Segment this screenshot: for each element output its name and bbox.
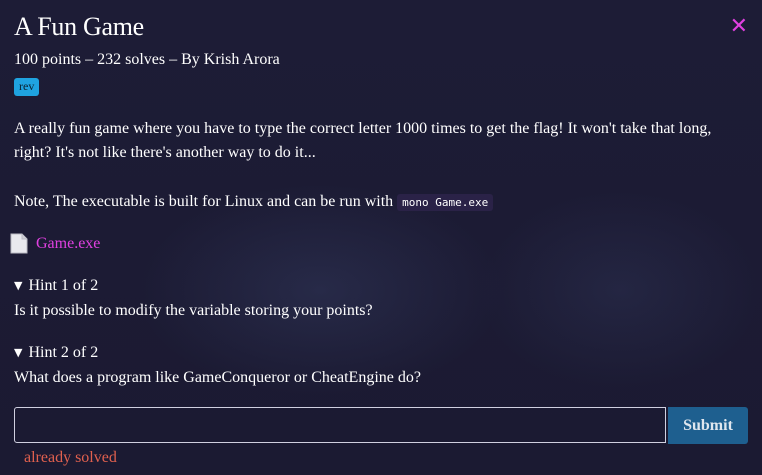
file-link[interactable]: Game.exe — [36, 235, 100, 253]
triangle-down-icon: ▼ — [14, 279, 23, 292]
challenge-meta: 100 points – 232 solves – By Krish Arora — [14, 51, 280, 68]
challenge-description: A really fun game where you have to type… — [14, 120, 712, 161]
file-icon — [10, 233, 28, 254]
challenge-modal: A Fun Game ✕ 100 points – 232 solves – B… — [10, 0, 748, 475]
challenge-note: Note, The executable is built for Linux … — [14, 193, 494, 211]
close-icon[interactable]: ✕ — [730, 14, 748, 40]
hint-2-text: What does a program like GameConqueror o… — [14, 369, 421, 386]
file-attachment[interactable]: Game.exe — [10, 233, 100, 254]
category-tag: rev — [14, 78, 40, 96]
note-code: mono Game.exe — [397, 194, 494, 211]
hint-1-summary[interactable]: ▼ Hint 1 of 2 — [14, 277, 98, 295]
flag-input[interactable] — [14, 407, 666, 443]
submit-button[interactable]: Submit — [668, 407, 748, 444]
triangle-down-icon: ▼ — [14, 346, 23, 359]
status-text: already solved — [24, 449, 117, 466]
hint-1-title: Hint 1 of 2 — [28, 277, 99, 294]
flag-form: Submit — [14, 407, 748, 445]
hint-2-summary[interactable]: ▼ Hint 2 of 2 — [14, 344, 98, 362]
note-text: Note, The executable is built for Linux … — [14, 193, 394, 210]
hint-1-text: Is it possible to modify the variable st… — [14, 302, 373, 319]
hint-2-title: Hint 2 of 2 — [28, 344, 99, 361]
challenge-title: A Fun Game — [14, 12, 144, 41]
